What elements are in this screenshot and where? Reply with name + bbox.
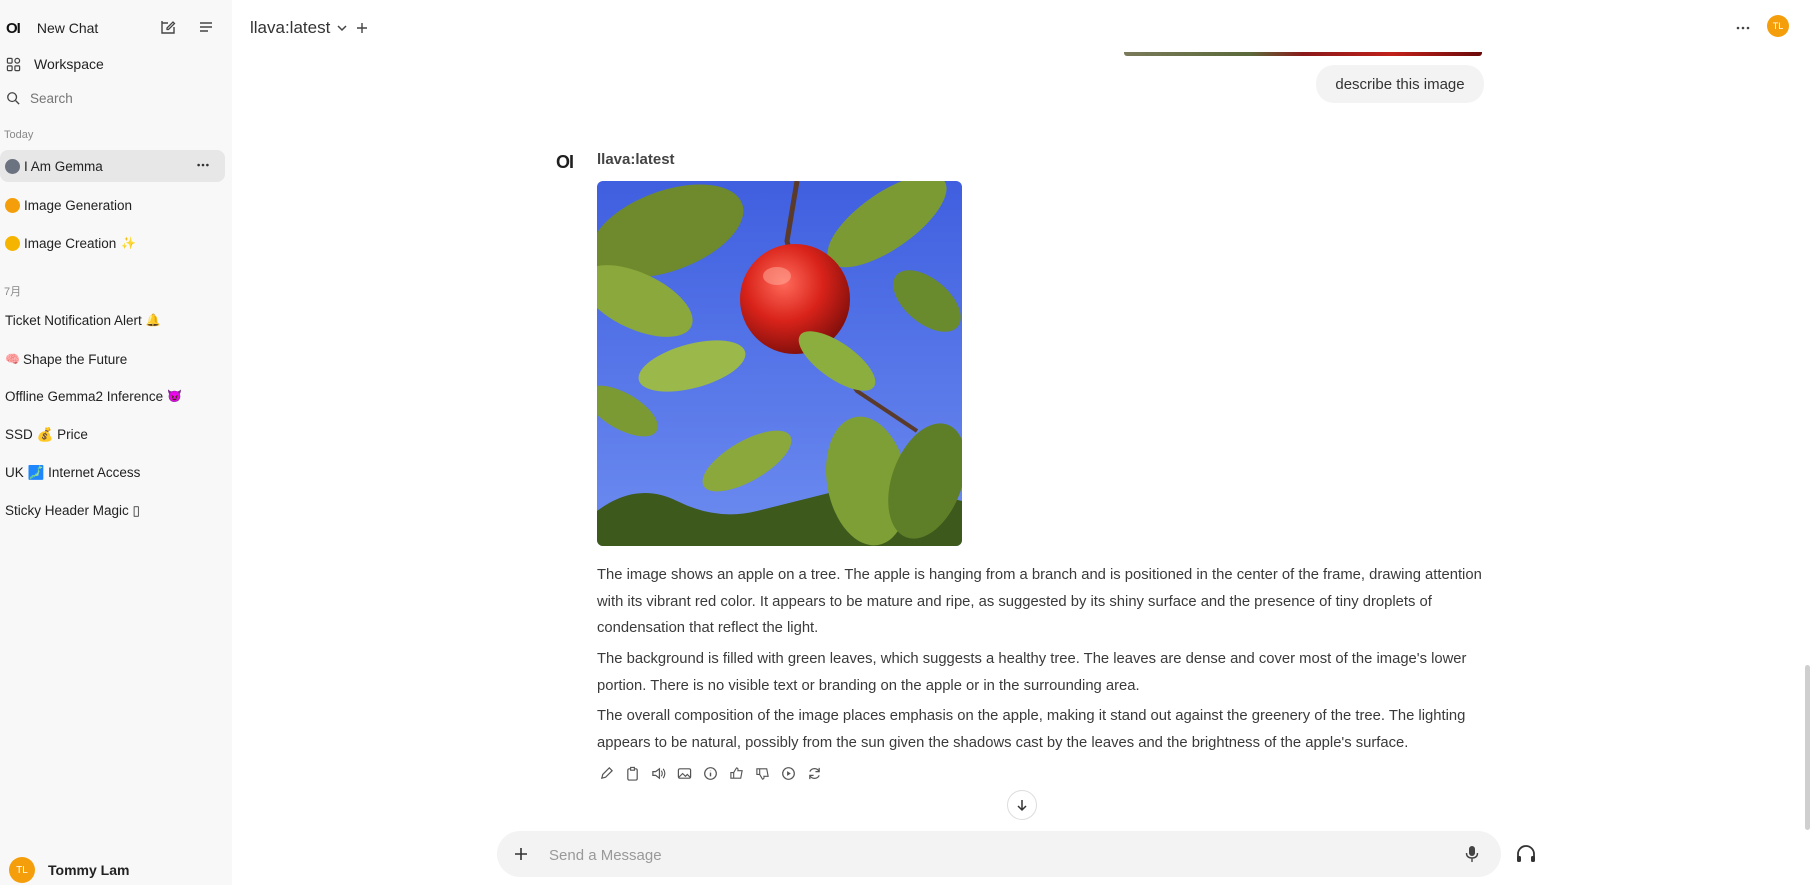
chat-item-label: Ticket Notification Alert — [5, 312, 142, 328]
model-selector[interactable]: llava:latest — [250, 18, 368, 38]
devil-icon: 😈 — [167, 389, 183, 403]
add-model-icon[interactable] — [356, 22, 368, 34]
scrollbar[interactable] — [1805, 665, 1810, 830]
chat-item-label: UK 🗾 Internet Access — [5, 465, 141, 480]
chat-item-label: Shape the Future — [22, 351, 128, 367]
workspace-label: Workspace — [34, 56, 104, 72]
edit-icon[interactable] — [597, 764, 615, 782]
workspace-row[interactable]: Workspace — [6, 54, 226, 74]
chat-item-label: I Am Gemma — [24, 158, 103, 174]
chat-item-image-creation[interactable]: Image Creation ✨ — [0, 227, 225, 259]
chat-item-label: Image Creation — [24, 235, 117, 251]
chat-item-shape-the-future[interactable]: 🧠 Shape the Future — [0, 343, 225, 375]
user-message: describe this image — [1316, 65, 1484, 103]
plus-icon[interactable] — [514, 847, 528, 861]
top-bar: llava:latest TL — [232, 0, 1810, 56]
regenerate-icon[interactable] — [805, 764, 823, 782]
brain-emoji-icon — [5, 235, 20, 251]
microphone-icon[interactable] — [1465, 845, 1479, 863]
chat-item-label: Sticky Header Magic ▯ — [5, 503, 140, 518]
brand-logo: OI — [6, 19, 21, 37]
brain-icon: 🧠 — [5, 352, 20, 366]
more-options-icon[interactable] — [196, 158, 210, 172]
chat-item-image-generation[interactable]: Image Generation — [0, 189, 225, 221]
apple-image[interactable] — [597, 181, 962, 546]
message-actions — [597, 764, 823, 782]
compose-icon[interactable] — [160, 19, 176, 35]
bell-icon: 🔔 — [145, 313, 161, 327]
chat-item-sticky-header[interactable]: Sticky Header Magic ▯ — [0, 495, 225, 527]
sparkle-icon: ✨ — [121, 236, 137, 250]
section-label-july: 7月 — [4, 286, 22, 298]
composer — [497, 831, 1501, 879]
image-icon[interactable] — [675, 764, 693, 782]
message-input[interactable] — [547, 831, 1411, 879]
sidebar: OI New Chat Workspace Today I Am Gemma I… — [0, 0, 232, 885]
artist-emoji-icon — [5, 197, 20, 213]
arrow-down-icon — [1015, 798, 1029, 812]
devil-emoji-icon — [5, 158, 20, 174]
user-name: Tommy Lam — [48, 862, 130, 878]
info-icon[interactable] — [701, 764, 719, 782]
thumbs-up-icon[interactable] — [727, 764, 745, 782]
sidebar-toggle-icon[interactable] — [198, 19, 214, 35]
chat-item-uk-internet[interactable]: UK 🗾 Internet Access — [0, 457, 225, 489]
user-profile[interactable]: TL Tommy Lam — [9, 857, 129, 883]
search-row[interactable] — [6, 88, 226, 108]
chat-item-ssd-price[interactable]: SSD 💰 Price — [0, 419, 225, 451]
new-chat-row[interactable]: OI New Chat — [6, 18, 226, 38]
response-paragraph: The overall composition of the image pla… — [597, 708, 1466, 751]
response-paragraph: The image shows an apple on a tree. The … — [597, 567, 1482, 636]
section-label-today: Today — [4, 129, 34, 141]
model-name: llava:latest — [250, 18, 331, 37]
speaker-icon[interactable] — [649, 764, 667, 782]
search-icon — [6, 91, 20, 105]
chat-item-offline-gemma2[interactable]: Offline Gemma2 Inference 😈 — [0, 380, 225, 412]
avatar: TL — [9, 857, 35, 883]
chat-item-label: SSD 💰 Price — [5, 427, 88, 442]
headphones-icon[interactable] — [1515, 844, 1537, 864]
assistant-name: llava:latest — [597, 151, 675, 168]
chat-item-label: Image Generation — [24, 197, 133, 213]
thumbs-down-icon[interactable] — [753, 764, 771, 782]
play-circle-icon[interactable] — [779, 764, 797, 782]
response-paragraph: The background is filled with green leav… — [597, 651, 1467, 694]
new-chat-label[interactable]: New Chat — [37, 20, 98, 36]
more-menu-icon[interactable] — [1735, 20, 1751, 36]
assistant-logo: OI — [556, 152, 574, 172]
chat-item-i-am-gemma[interactable]: I Am Gemma — [0, 150, 225, 182]
copy-icon[interactable] — [623, 764, 641, 782]
chat-item-label: Offline Gemma2 Inference — [5, 388, 164, 404]
chevron-down-icon[interactable] — [336, 22, 348, 34]
scroll-to-bottom-button[interactable] — [1007, 790, 1037, 820]
previous-image-edge — [1124, 52, 1482, 56]
search-input[interactable] — [28, 89, 192, 107]
workspace-icon — [6, 57, 21, 72]
top-user-avatar[interactable]: TL — [1767, 15, 1789, 37]
chat-item-ticket-notification[interactable]: Ticket Notification Alert 🔔 — [0, 304, 225, 336]
